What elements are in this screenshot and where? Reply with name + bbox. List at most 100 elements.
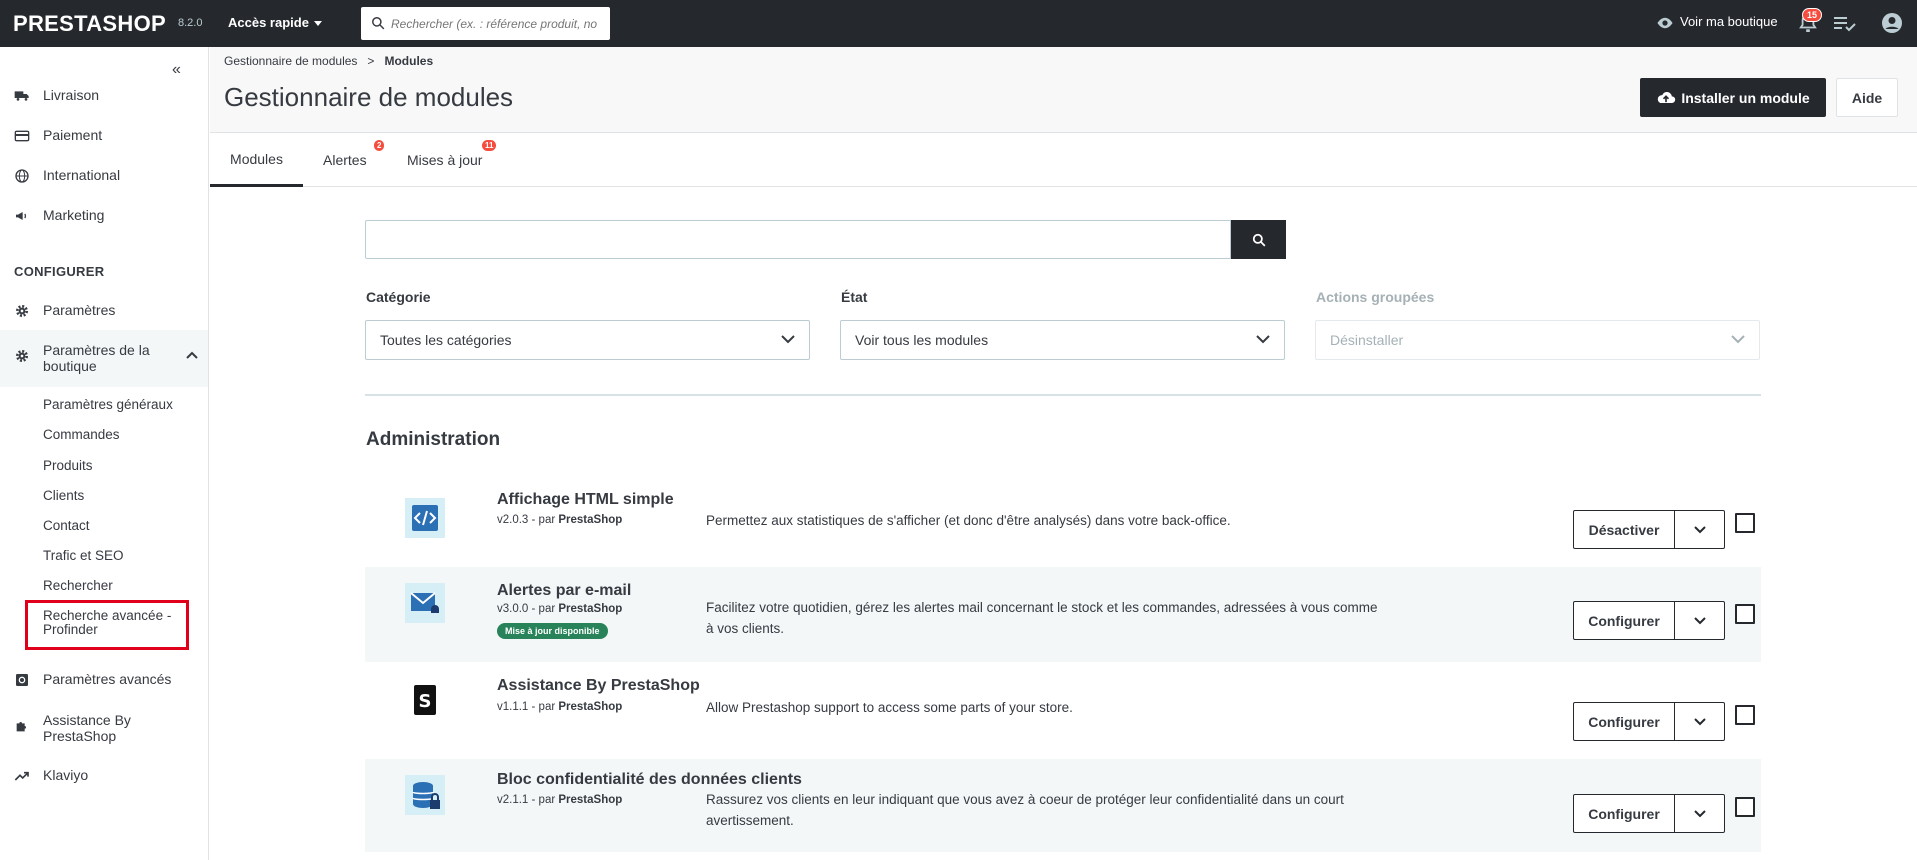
help-button[interactable]: Aide bbox=[1836, 78, 1898, 117]
sidebar-item-klaviyo[interactable]: Klaviyo bbox=[14, 767, 88, 784]
tab-label: Alertes bbox=[323, 152, 367, 168]
highlight-box bbox=[25, 600, 189, 650]
module-name: Affichage HTML simple bbox=[497, 491, 674, 508]
state-select[interactable]: Voir tous les modules bbox=[840, 320, 1285, 360]
module-author: PrestaShop bbox=[558, 794, 623, 806]
sidebar-item-shop-params[interactable]: Paramètres de la boutique bbox=[14, 342, 194, 374]
module-actions-dropdown[interactable] bbox=[1674, 601, 1725, 640]
category-select[interactable]: Toutes les catégories bbox=[365, 320, 810, 360]
configure-button[interactable]: Configurer bbox=[1573, 702, 1675, 741]
sub-item-rechercher[interactable]: Rechercher bbox=[43, 578, 113, 593]
module-actions-dropdown[interactable] bbox=[1674, 794, 1725, 833]
quick-access-label: Accès rapide bbox=[228, 15, 309, 30]
chevron-down-icon bbox=[1693, 809, 1706, 817]
view-shop-label: Voir ma boutique bbox=[1680, 14, 1778, 29]
deactivate-button[interactable]: Désactiver bbox=[1573, 510, 1675, 549]
sub-item-trafic-seo[interactable]: Trafic et SEO bbox=[43, 548, 124, 563]
state-label: État bbox=[841, 289, 868, 305]
sidebar-item-label: Livraison bbox=[43, 87, 100, 103]
chevron-down-icon bbox=[1693, 525, 1706, 533]
module-version: v3.0.0 - par PrestaShop bbox=[497, 603, 622, 615]
module-version-text: v2.0.3 - par bbox=[497, 514, 556, 526]
sub-item-parametres-generaux[interactable]: Paramètres généraux bbox=[43, 397, 173, 412]
module-author: PrestaShop bbox=[558, 514, 623, 526]
bulk-actions-label: Actions groupées bbox=[1316, 289, 1435, 305]
sub-item-commandes[interactable]: Commandes bbox=[43, 427, 120, 442]
search-icon bbox=[1252, 233, 1265, 246]
module-actions-dropdown[interactable] bbox=[1674, 510, 1725, 549]
module-search-button[interactable] bbox=[1231, 220, 1286, 259]
chevron-down-icon bbox=[1693, 616, 1706, 624]
sidebar-item-international[interactable]: International bbox=[14, 167, 120, 184]
breadcrumb-separator: > bbox=[360, 54, 382, 68]
prestashop-p-icon: S bbox=[414, 685, 436, 715]
global-search-input[interactable] bbox=[391, 7, 606, 40]
mises-a-jour-badge: 11 bbox=[482, 140, 497, 151]
sidebar: « Livraison Paiement International Marke… bbox=[0, 47, 209, 860]
module-description: Permettez aux statistiques de s'afficher… bbox=[706, 513, 1231, 528]
module-checkbox[interactable] bbox=[1735, 797, 1755, 817]
sidebar-item-livraison[interactable]: Livraison bbox=[14, 87, 99, 104]
quick-access-menu[interactable]: Accès rapide bbox=[228, 15, 322, 30]
module-description: Allow Prestashop support to access some … bbox=[706, 700, 1073, 715]
sidebar-item-marketing[interactable]: Marketing bbox=[14, 207, 104, 224]
module-row: Affichage HTML simple v2.0.3 - par Prest… bbox=[365, 471, 1761, 567]
sidebar-item-label: Klaviyo bbox=[43, 767, 89, 783]
configure-button[interactable]: Configurer bbox=[1573, 601, 1675, 640]
module-row: Bloc confidentialité des données clients… bbox=[365, 759, 1761, 852]
module-checkbox[interactable] bbox=[1735, 604, 1755, 624]
module-version-text: v1.1.1 - par bbox=[497, 701, 556, 713]
chevron-up-icon[interactable] bbox=[186, 351, 198, 359]
sub-item-clients[interactable]: Clients bbox=[43, 488, 84, 503]
breadcrumb-current: Modules bbox=[384, 54, 434, 68]
sidebar-item-paiement[interactable]: Paiement bbox=[14, 127, 102, 144]
divider bbox=[365, 394, 1761, 396]
caret-down-icon bbox=[313, 21, 322, 27]
main-content: Gestionnaire de modules > Modules Gestio… bbox=[210, 47, 1917, 860]
sidebar-item-parametres-avances[interactable]: Paramètres avancés bbox=[14, 671, 171, 688]
alertes-badge: 2 bbox=[374, 140, 385, 151]
tab-modules[interactable]: Modules bbox=[210, 133, 303, 187]
state-select-value: Voir tous les modules bbox=[855, 332, 989, 348]
bulk-actions-select[interactable]: Désinstaller bbox=[1315, 320, 1760, 360]
module-search-input[interactable] bbox=[365, 220, 1231, 259]
prestashop-logo[interactable]: PRESTASHOP bbox=[13, 11, 166, 37]
sidebar-item-assistance[interactable]: Assistance By PrestaShop bbox=[14, 712, 194, 744]
category-title: Administration bbox=[366, 429, 501, 450]
tab-mises-a-jour[interactable]: Mises à jour bbox=[407, 133, 482, 187]
tab-label: Modules bbox=[230, 150, 283, 167]
category-select-value: Toutes les catégories bbox=[380, 332, 512, 348]
collapse-sidebar-icon[interactable]: « bbox=[172, 61, 181, 79]
sub-item-produits[interactable]: Produits bbox=[43, 458, 93, 473]
sidebar-item-label: Paramètres de la boutique bbox=[43, 342, 150, 374]
module-version-text: v2.1.1 - par bbox=[497, 794, 556, 806]
module-checkbox[interactable] bbox=[1735, 513, 1755, 533]
module-checkbox[interactable] bbox=[1735, 705, 1755, 725]
module-description: Rassurez vos clients en leur indiquant q… bbox=[706, 792, 1344, 828]
task-list-icon[interactable] bbox=[1834, 14, 1856, 32]
sub-item-contact[interactable]: Contact bbox=[43, 518, 90, 533]
sidebar-item-parametres[interactable]: Paramètres bbox=[14, 302, 115, 319]
module-version: v2.1.1 - par PrestaShop bbox=[497, 794, 622, 806]
breadcrumb: Gestionnaire de modules > Modules bbox=[224, 54, 433, 68]
gear-icon bbox=[16, 305, 28, 317]
module-name: Alertes par e-mail bbox=[497, 582, 632, 599]
view-shop-link[interactable]: Voir ma boutique bbox=[1656, 14, 1778, 30]
tab-alertes[interactable]: Alertes bbox=[323, 133, 367, 187]
install-module-label: Installer un module bbox=[1681, 89, 1810, 106]
gear-icon bbox=[16, 350, 28, 362]
chevron-down-icon bbox=[1693, 717, 1706, 725]
database-lock-icon bbox=[405, 775, 445, 815]
truck-icon bbox=[14, 91, 29, 101]
puzzle-icon bbox=[16, 722, 26, 732]
module-actions-dropdown[interactable] bbox=[1674, 702, 1725, 741]
install-module-button[interactable]: Installer un module bbox=[1640, 78, 1826, 117]
module-author: PrestaShop bbox=[558, 701, 623, 713]
global-search bbox=[361, 7, 610, 40]
breadcrumb-parent[interactable]: Gestionnaire de modules bbox=[224, 54, 357, 68]
account-icon[interactable] bbox=[1882, 13, 1902, 33]
module-author: PrestaShop bbox=[558, 603, 623, 615]
sidebar-item-label: Marketing bbox=[43, 207, 105, 223]
configure-button[interactable]: Configurer bbox=[1573, 794, 1675, 833]
page-header: Gestionnaire de modules > Modules Gestio… bbox=[210, 47, 1917, 133]
